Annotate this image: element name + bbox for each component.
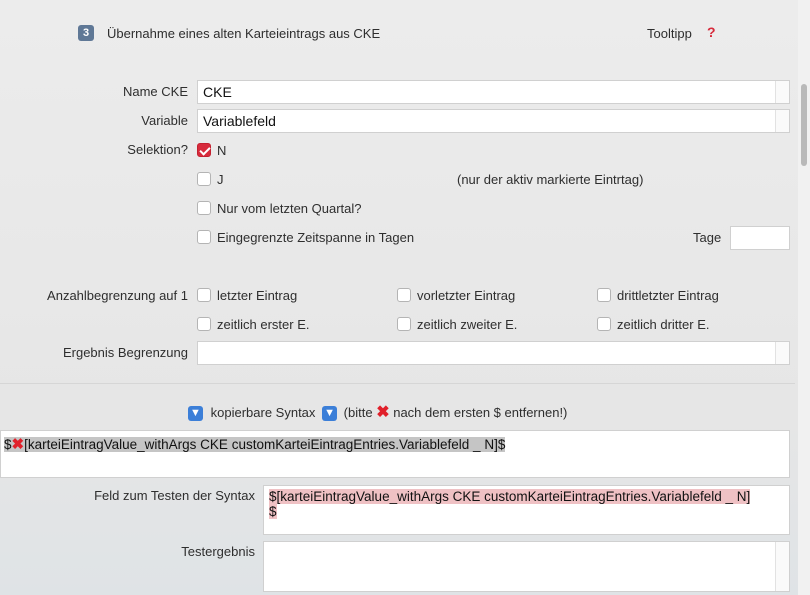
letzter-eintrag-checkbox[interactable] [197,288,211,302]
variable-value: Variablefeld [203,113,276,129]
red-x-icon: ✖ [376,404,390,421]
name-cke-label: Name CKE [122,84,188,99]
letztes-quartal-label: Nur vom letzten Quartal? [217,201,362,216]
anzahl-label: Anzahlbegrenzung auf 1 [47,288,188,303]
test-field-label: Feld zum Testen der Syntax [94,488,255,503]
section-divider [0,383,795,384]
scrollbar-thumb[interactable] [801,84,807,166]
letzter-eintrag-label: letzter Eintrag [217,288,298,303]
tage-input[interactable] [730,226,790,250]
variable-label: Variable [141,113,188,128]
zeitlich-erster-label: zeitlich erster E. [217,317,310,332]
selektion-label: Selektion? [127,142,188,157]
test-syntax-field[interactable]: $[karteiEintragValue_withArgs CKE custom… [263,485,790,535]
down-arrow-icon: ▼ [322,406,338,422]
test-line-1: $[karteiEintragValue_withArgs CKE custom… [269,489,751,504]
step-badge-icon: 3 [78,25,94,41]
tooltip-label[interactable]: Tooltipp [647,26,692,41]
variable-field[interactable]: Variablefeld [197,109,790,133]
name-cke-value: CKE [203,84,232,100]
zeitspanne-checkbox[interactable] [197,230,211,244]
zeitspanne-label: Eingegrenzte Zeitspanne in Tagen [217,230,415,245]
selektion-n-checkbox[interactable] [197,143,211,157]
tage-label: Tage [693,230,722,245]
question-mark-icon[interactable]: ? [707,24,716,40]
syntax-hint-before: (bitte [343,405,373,420]
syntax-code-prefix: $ [4,437,12,452]
section-title: Übernahme eines alten Karteieintrags aus… [107,26,381,41]
selektion-j-label: J [217,172,224,187]
syntax-header: ▼ kopierbare Syntax ▼ (bitte ✖ nach dem … [188,402,567,422]
down-arrow-icon: ▼ [188,406,203,422]
syntax-hint-after: nach dem ersten $ entfernen!) [393,405,568,420]
testergebnis-label: Testergebnis [181,544,255,559]
testergebnis-scrollbar[interactable] [775,542,789,591]
zeitlich-dritter-checkbox[interactable] [597,317,611,331]
zeitlich-zweiter-label: zeitlich zweiter E. [417,317,518,332]
drittletzter-eintrag-label: drittletzter Eintrag [617,288,719,303]
selektion-j-note: (nur der aktiv markierte Eintrtag) [457,172,644,187]
zeitlich-erster-checkbox[interactable] [197,317,211,331]
letztes-quartal-checkbox[interactable] [197,201,211,215]
ergebnis-label: Ergebnis Begrenzung [62,345,188,360]
red-x-icon: ✖ [11,436,25,453]
selektion-n-label: N [217,143,227,158]
ergebnis-field[interactable] [197,341,790,365]
testergebnis-field[interactable] [263,541,790,592]
zeitlich-zweiter-checkbox[interactable] [397,317,411,331]
drittletzter-eintrag-checkbox[interactable] [597,288,611,302]
name-cke-field[interactable]: CKE [197,80,790,104]
syntax-header-label: kopierbare Syntax [210,405,316,420]
variable-scrollbar[interactable] [775,110,789,132]
zeitlich-dritter-label: zeitlich dritter E. [617,317,710,332]
vorletzter-eintrag-checkbox[interactable] [397,288,411,302]
selektion-j-checkbox[interactable] [197,172,211,186]
syntax-code-body: [karteiEintragValue_withArgs CKE customK… [24,437,506,452]
vorletzter-eintrag-label: vorletzter Eintrag [417,288,516,303]
ergebnis-scrollbar[interactable] [775,342,789,364]
syntax-code-line: $✖[karteiEintragValue_withArgs CKE custo… [4,436,506,453]
test-line-2: $ [269,504,277,519]
name-cke-scrollbar[interactable] [775,81,789,103]
syntax-code-area[interactable]: $✖[karteiEintragValue_withArgs CKE custo… [0,430,790,478]
